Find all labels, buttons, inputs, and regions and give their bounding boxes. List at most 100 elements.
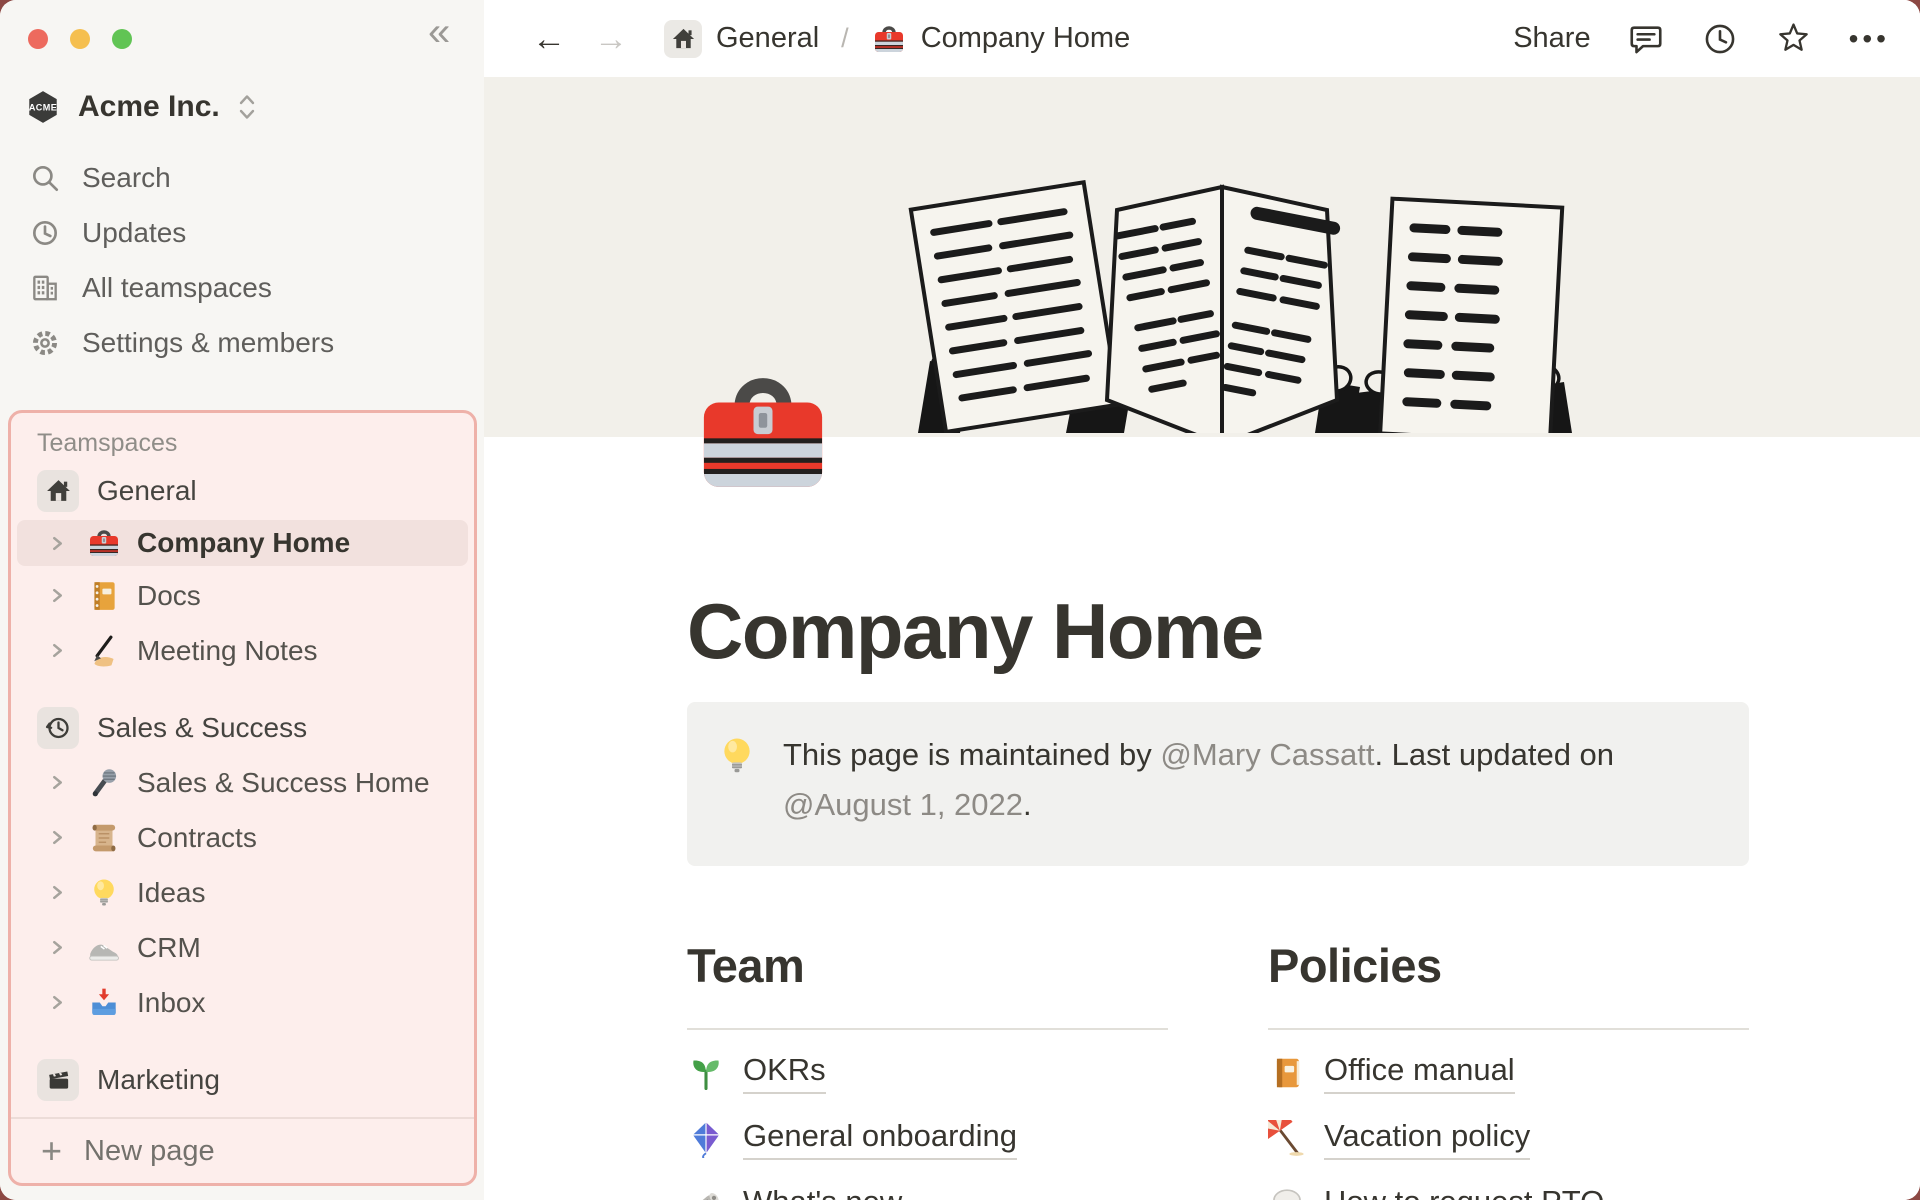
sidebar-item-settings[interactable]: Settings & members (0, 315, 484, 370)
newspaper-icon (687, 1186, 725, 1200)
heading-divider (687, 1028, 1168, 1030)
content-columns: Team OKRs General onboarding Policies Of… (687, 938, 1749, 1200)
team-column: Team OKRs General onboarding (687, 938, 1168, 1200)
sidebar-item-all-teamspaces[interactable]: All teamspaces (0, 260, 484, 315)
sidebar-page-contracts[interactable]: Contracts (11, 810, 474, 865)
heading-divider (1268, 1028, 1749, 1030)
sidebar-menu: Search Updates All teamspaces Settings &… (0, 150, 484, 370)
beach-umbrella-icon (1268, 1120, 1306, 1158)
person-mention[interactable]: @Mary Cassatt (1160, 737, 1374, 772)
new-page-button[interactable]: + New page (11, 1125, 474, 1177)
zoom-window-button[interactable] (112, 29, 132, 49)
page-link-whats-new[interactable]: What's new (687, 1182, 1168, 1200)
collapse-sidebar-icon[interactable]: « (428, 12, 450, 52)
star-icon[interactable] (1775, 20, 1813, 58)
teamspace-label: Sales & Success (97, 711, 308, 743)
breadcrumb-item-company-home[interactable]: Company Home (921, 22, 1131, 55)
kite-icon (687, 1120, 725, 1158)
page-link-label: How to request PTO (1324, 1184, 1604, 1200)
page-link-label: Office manual (1324, 1052, 1515, 1094)
comment-icon[interactable] (1627, 20, 1665, 58)
column-heading-policies: Policies (1268, 939, 1442, 992)
window-controls (28, 29, 132, 49)
sneaker-icon (85, 929, 123, 967)
toggle-chevron-icon[interactable] (49, 642, 85, 659)
breadcrumb-item-general[interactable]: General (716, 22, 819, 55)
history-clock-icon[interactable] (1701, 20, 1739, 58)
page-label: Meeting Notes (137, 634, 318, 666)
callout-text: This page is maintained by @Mary Cassatt… (783, 730, 1688, 838)
ellipsis-icon[interactable]: ••• (1849, 23, 1890, 55)
policies-column: Policies Office manual Vacation policy (1268, 938, 1749, 1200)
page-link-label: OKRs (743, 1052, 826, 1094)
forward-button[interactable]: → (594, 22, 628, 56)
orange-book-icon (1268, 1054, 1306, 1092)
share-button[interactable]: Share (1513, 22, 1590, 55)
history-clock-icon (37, 706, 79, 749)
page-link-office-manual[interactable]: Office manual (1268, 1050, 1749, 1096)
svg-text:ACME: ACME (29, 103, 57, 113)
house-icon (664, 19, 702, 58)
inbox-tray-icon (85, 984, 123, 1022)
minimize-window-button[interactable] (70, 29, 90, 49)
page-link-okrs[interactable]: OKRs (687, 1050, 1168, 1096)
plus-icon: + (41, 1130, 63, 1171)
page-label: Company Home (137, 527, 351, 558)
cover-illustration (908, 179, 1572, 433)
clapper-board-icon (37, 1058, 79, 1101)
sidebar-item-updates[interactable]: Updates (0, 205, 484, 260)
date-mention[interactable]: @August 1, 2022 (783, 787, 1023, 822)
teamspaces-section-label[interactable]: Teamspaces (11, 423, 474, 463)
sidebar-page-sales-success-home[interactable]: Sales & Success Home (11, 755, 474, 810)
column-heading-team: Team (687, 939, 805, 992)
new-page-label: New page (84, 1134, 215, 1167)
toggle-chevron-icon[interactable] (49, 774, 85, 791)
search-icon (28, 161, 62, 195)
page-link-general-onboarding[interactable]: General onboarding (687, 1116, 1168, 1162)
sidebar-page-docs[interactable]: Docs (11, 568, 474, 623)
house-icon (37, 469, 79, 512)
page-title[interactable]: Company Home (687, 586, 1264, 677)
page-link-label: General onboarding (743, 1118, 1018, 1160)
page-link-vacation-policy[interactable]: Vacation policy (1268, 1116, 1749, 1162)
workspace-logo: ACME (24, 88, 62, 126)
page-label: Ideas (137, 876, 206, 908)
sidebar: « ACME Acme Inc. Search Updates All team… (0, 0, 484, 1200)
back-button[interactable]: ← (532, 22, 566, 56)
lightbulb-icon (715, 734, 759, 778)
page-link-label: Vacation policy (1324, 1118, 1531, 1160)
toggle-chevron-icon[interactable] (49, 535, 85, 552)
toggle-chevron-icon[interactable] (49, 994, 85, 1011)
microphone-icon (85, 764, 123, 802)
building-icon (28, 271, 62, 305)
teamspaces-highlighted-section: Teamspaces General Company Home Docs Mee… (8, 410, 477, 1186)
workspace-name: Acme Inc. (78, 90, 220, 123)
sidebar-page-ideas[interactable]: Ideas (11, 865, 474, 920)
page-label: Docs (137, 579, 201, 611)
teamspace-general[interactable]: General (11, 463, 474, 518)
sidebar-item-label: Updates (82, 216, 187, 248)
page-icon-toolbox[interactable] (687, 364, 839, 516)
sidebar-page-company-home[interactable]: Company Home (17, 520, 468, 566)
sidebar-page-inbox[interactable]: Inbox (11, 975, 474, 1030)
gear-icon (28, 326, 62, 360)
workspace-switcher[interactable]: ACME Acme Inc. (24, 88, 258, 126)
toggle-chevron-icon[interactable] (49, 884, 85, 901)
teamspace-label: General (97, 474, 197, 506)
teamspace-sales-success[interactable]: Sales & Success (11, 700, 474, 755)
sidebar-page-crm[interactable]: CRM (11, 920, 474, 975)
breadcrumb: General / Company Home (664, 19, 1131, 58)
toggle-chevron-icon[interactable] (49, 829, 85, 846)
toggle-chevron-icon[interactable] (49, 939, 85, 956)
toggle-chevron-icon[interactable] (49, 587, 85, 604)
sidebar-page-meeting-notes[interactable]: Meeting Notes (11, 623, 474, 678)
sidebar-item-search[interactable]: Search (0, 150, 484, 205)
sidebar-divider (11, 1117, 474, 1119)
close-window-button[interactable] (28, 29, 48, 49)
callout-segment: . Last updated on (1374, 737, 1615, 772)
teamspace-marketing[interactable]: Marketing (11, 1052, 474, 1107)
teamspace-label: Marketing (97, 1063, 220, 1095)
page-link-how-to-request-pto[interactable]: How to request PTO (1268, 1182, 1749, 1200)
callout-block: This page is maintained by @Mary Cassatt… (687, 702, 1749, 866)
callout-segment: . (1023, 787, 1032, 822)
